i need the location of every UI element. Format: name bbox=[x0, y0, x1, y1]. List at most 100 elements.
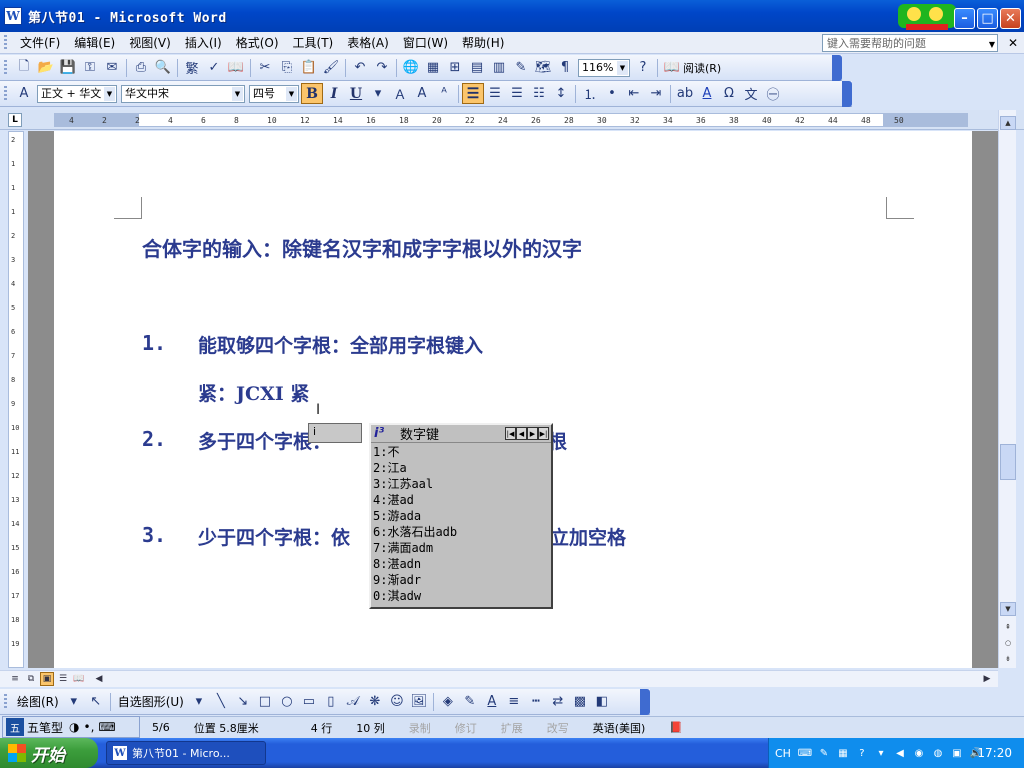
close-button[interactable]: ✕ bbox=[1000, 8, 1021, 29]
columns-icon[interactable]: ▥ bbox=[488, 57, 510, 79]
ime-candidate[interactable]: 2:江a bbox=[373, 460, 551, 476]
status-ext[interactable]: 扩展 bbox=[489, 720, 535, 736]
vertical-scrollbar[interactable]: ▲ ▼ ⇞ ○ ⇟ bbox=[998, 110, 1016, 668]
dash-style-icon[interactable]: ┅ bbox=[525, 691, 547, 713]
soft-keyboard-icon[interactable]: ⌨ bbox=[98, 720, 115, 734]
insert-table-icon[interactable]: ⊞ bbox=[444, 57, 466, 79]
enclose-characters-icon[interactable]: ㊀ bbox=[762, 83, 784, 105]
bullets-icon[interactable]: • bbox=[601, 83, 623, 105]
menu-edit[interactable]: 编辑(E) bbox=[67, 33, 122, 53]
read-icon[interactable]: 📖 bbox=[661, 57, 683, 79]
permission-icon[interactable]: ⚿ bbox=[79, 57, 101, 79]
insert-excel-icon[interactable]: ▤ bbox=[466, 57, 488, 79]
toolbar-grip[interactable] bbox=[4, 85, 7, 102]
style-select[interactable]: 正文 + 华文 ▼ bbox=[37, 84, 117, 103]
scroll-left-icon[interactable]: ◀ bbox=[92, 672, 106, 686]
toolbar-options-icon[interactable] bbox=[842, 80, 852, 107]
menu-window[interactable]: 窗口(W) bbox=[396, 33, 455, 53]
draw-menu-button[interactable]: 绘图(R) bbox=[13, 693, 63, 710]
next-page-icon[interactable]: ⇟ bbox=[1000, 652, 1016, 666]
horizontal-scrollbar[interactable]: ≡ ⧉ ▣ ☰ 📖 ◀ ▶ bbox=[0, 670, 998, 687]
monitor-icon[interactable]: ▣ bbox=[949, 745, 965, 761]
tab-selector[interactable]: L bbox=[8, 113, 22, 127]
align-right-icon[interactable]: ☰ bbox=[506, 83, 528, 105]
select-objects-icon[interactable]: ↖ bbox=[85, 691, 107, 713]
bold-button[interactable]: B bbox=[301, 83, 323, 104]
menu-insert[interactable]: 插入(I) bbox=[178, 33, 229, 53]
arrow-icon[interactable]: ↘ bbox=[232, 691, 254, 713]
network-icon[interactable]: ◉ bbox=[911, 745, 927, 761]
chevron-down-icon[interactable]: ▼ bbox=[104, 86, 115, 101]
font-color-icon[interactable]: A bbox=[481, 691, 503, 713]
rectangle-icon[interactable]: □ bbox=[254, 691, 276, 713]
chevron-down-icon[interactable]: ▾ bbox=[367, 83, 389, 105]
format-painter-icon[interactable]: 🖌 bbox=[320, 57, 342, 79]
toolbar-options-icon[interactable] bbox=[832, 54, 842, 81]
font-size-select[interactable]: 四号 ▼ bbox=[249, 84, 299, 103]
language-indicator[interactable]: CH bbox=[775, 747, 791, 760]
underline-button[interactable]: U bbox=[345, 83, 367, 104]
start-button[interactable]: 开始 bbox=[0, 738, 98, 768]
spelling-status-icon[interactable]: 📕 bbox=[657, 721, 695, 734]
ime-candidate[interactable]: 6:水落石出adb bbox=[373, 524, 551, 540]
menu-file[interactable]: 文件(F) bbox=[13, 33, 67, 53]
menu-tools[interactable]: 工具(T) bbox=[286, 33, 341, 53]
menu-view[interactable]: 视图(V) bbox=[122, 33, 178, 53]
reading-view-icon[interactable]: 📖 bbox=[72, 672, 86, 686]
character-shading-icon[interactable]: A bbox=[411, 83, 433, 105]
ime-candidate[interactable]: 0:淇adw bbox=[373, 588, 551, 604]
normal-view-icon[interactable]: ≡ bbox=[8, 672, 22, 686]
keyboard-icon[interactable]: ⌨ bbox=[797, 745, 813, 761]
pen-icon[interactable]: ✎ bbox=[816, 745, 832, 761]
distributed-icon[interactable]: ☷ bbox=[528, 83, 550, 105]
chevron-down-icon[interactable]: ▼ bbox=[232, 86, 243, 101]
undo-icon[interactable]: ↶ bbox=[349, 57, 371, 79]
fill-color-icon[interactable]: ◈ bbox=[437, 691, 459, 713]
vertical-text-box-icon[interactable]: ▯ bbox=[320, 691, 342, 713]
3d-icon[interactable]: ◧ bbox=[591, 691, 613, 713]
highlight-icon[interactable]: ab bbox=[674, 83, 696, 105]
horizontal-ruler[interactable]: 4 2 2 4 6 8 10 12 14 16 18 20 22 24 26 28 30 32 34 36 38 40 42… bbox=[54, 113, 968, 127]
tables-borders-icon[interactable]: ▦ bbox=[422, 57, 444, 79]
menu-grip[interactable] bbox=[4, 34, 7, 51]
decrease-indent-icon[interactable]: ⇤ bbox=[623, 83, 645, 105]
print-layout-icon[interactable]: ▣ bbox=[40, 672, 54, 686]
minimize-button[interactable]: – bbox=[954, 8, 975, 29]
status-rec[interactable]: 录制 bbox=[397, 720, 443, 736]
ime-candidate[interactable]: 9:渐adr bbox=[373, 572, 551, 588]
scroll-up-icon[interactable]: ▲ bbox=[1000, 116, 1016, 130]
traditional-chinese-icon[interactable]: 繁 bbox=[181, 57, 203, 79]
ime-candidate[interactable]: 7:满面adm bbox=[373, 540, 551, 556]
research-icon[interactable]: 📖 bbox=[225, 57, 247, 79]
scroll-down-icon[interactable]: ▼ bbox=[1000, 602, 1016, 616]
shadow-icon[interactable]: ▩ bbox=[569, 691, 591, 713]
styles-icon[interactable]: A bbox=[13, 83, 35, 105]
symbol-omega-icon[interactable]: Ω bbox=[718, 83, 740, 105]
scroll-right-icon[interactable]: ▶ bbox=[980, 672, 994, 686]
chevron-down-icon[interactable]: ▼ bbox=[989, 37, 995, 52]
copy-icon[interactable]: ⎘ bbox=[276, 57, 298, 79]
paste-icon[interactable]: 📋 bbox=[298, 57, 320, 79]
read-button[interactable]: 阅读(R) bbox=[683, 60, 721, 76]
oval-icon[interactable]: ○ bbox=[276, 691, 298, 713]
menu-format[interactable]: 格式(O) bbox=[229, 33, 286, 53]
chevron-down-icon[interactable]: ▼ bbox=[617, 60, 628, 75]
status-trk[interactable]: 修订 bbox=[443, 720, 489, 736]
half-width-icon[interactable]: ◑ bbox=[69, 720, 79, 734]
options-icon[interactable]: ▾ bbox=[873, 745, 889, 761]
drawing-icon[interactable]: ✎ bbox=[510, 57, 532, 79]
arrow-style-icon[interactable]: ⇄ bbox=[547, 691, 569, 713]
character-border-icon[interactable]: Ａ bbox=[389, 83, 411, 105]
last-page-icon[interactable]: ▶| bbox=[538, 427, 549, 440]
maximize-button[interactable]: □ bbox=[977, 8, 998, 29]
align-justify-icon[interactable]: ☰ bbox=[462, 83, 484, 104]
italic-button[interactable]: I bbox=[323, 83, 345, 104]
increase-indent-icon[interactable]: ⇥ bbox=[645, 83, 667, 105]
print-icon[interactable]: ⎙ bbox=[130, 57, 152, 79]
numbering-icon[interactable]: ⒈ bbox=[579, 83, 601, 105]
show-hide-icon[interactable]: ¶ bbox=[554, 57, 576, 79]
ime-candidate[interactable]: 3:江苏aal bbox=[373, 476, 551, 492]
close-document-icon[interactable]: ✕ bbox=[1008, 36, 1018, 50]
web-view-icon[interactable]: ⧉ bbox=[24, 672, 38, 686]
ime-candidate[interactable]: 5:游ada bbox=[373, 508, 551, 524]
